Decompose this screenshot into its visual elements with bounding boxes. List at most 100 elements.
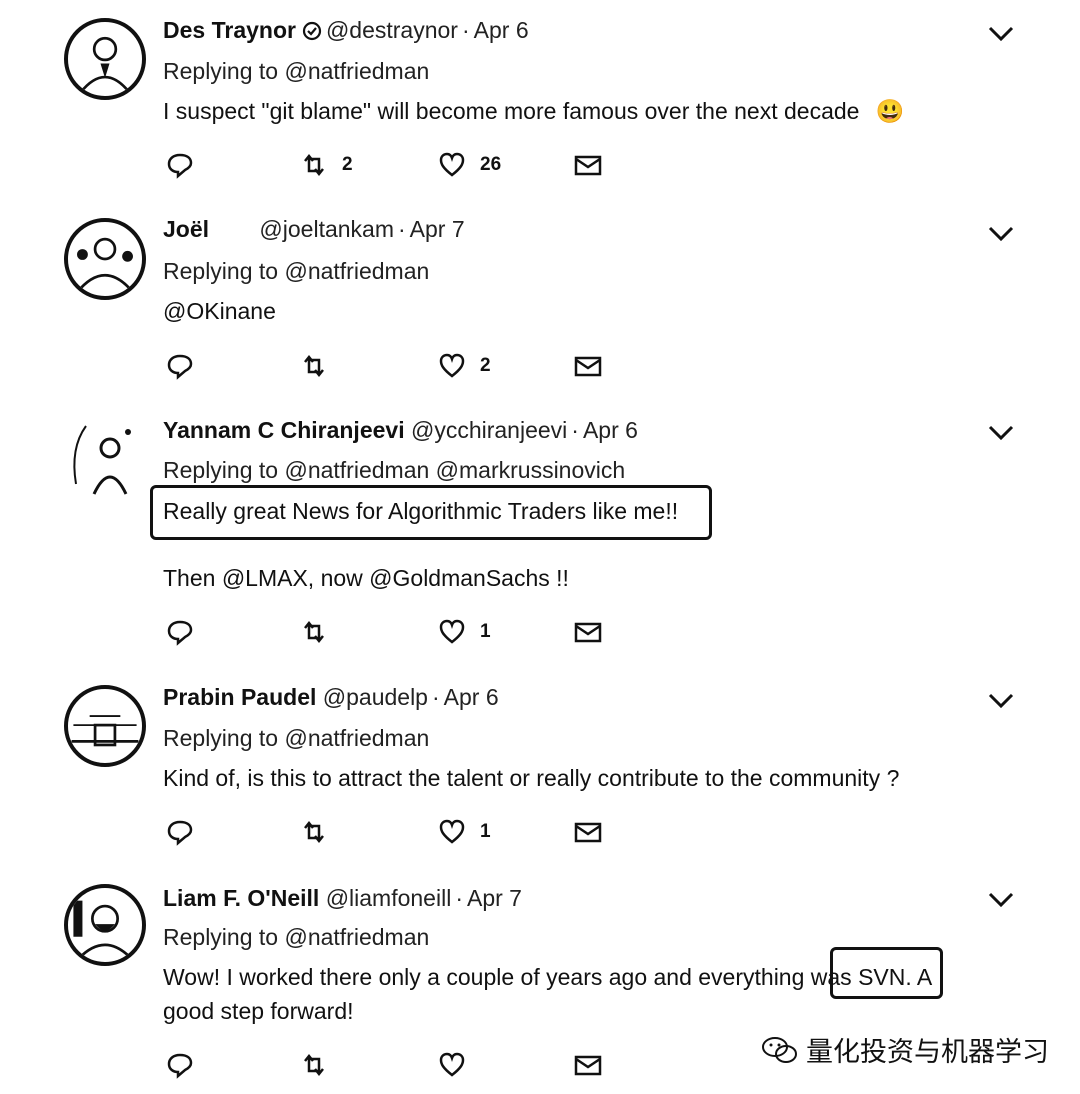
chevron-down-icon[interactable]: [988, 892, 1014, 908]
reply-button[interactable]: [166, 617, 194, 647]
tweet-text: @OKinane: [163, 294, 276, 328]
reply-button[interactable]: [166, 150, 194, 180]
tweet-text: Really great News for Algorithmic Trader…: [163, 498, 679, 524]
retweet-button[interactable]: [300, 617, 342, 647]
heart-icon: [439, 619, 465, 644]
tweet-date[interactable]: Apr 6: [474, 17, 529, 43]
author-name[interactable]: Liam F. O'Neill: [163, 885, 319, 911]
direct-message-button[interactable]: [574, 351, 602, 381]
retweet-icon: [304, 620, 324, 644]
like-count: 1: [480, 821, 491, 842]
tweet-text: Wow! I worked there only a couple of yea…: [163, 964, 933, 990]
avatar[interactable]: [64, 218, 146, 300]
envelope-icon: [574, 822, 602, 843]
verified-badge-icon: [302, 21, 322, 41]
avatar[interactable]: [64, 884, 146, 966]
retweet-icon: [304, 354, 324, 378]
envelope-icon: [574, 356, 602, 377]
tweet-header: Liam F. O'Neill @liamfoneill · Apr 7: [163, 885, 522, 911]
tweet-date[interactable]: Apr 6: [583, 417, 638, 443]
tweet-text-line2: good step forward!: [163, 998, 354, 1024]
avatar[interactable]: [64, 418, 146, 500]
heart-icon: [439, 152, 465, 177]
chevron-down-icon[interactable]: [988, 226, 1014, 242]
retweet-button[interactable]: [300, 351, 342, 381]
envelope-icon: [574, 155, 602, 176]
reply-button[interactable]: [166, 817, 194, 847]
author-name[interactable]: Des Traynor: [163, 17, 296, 43]
heart-icon: [439, 353, 465, 378]
heart-icon: [439, 1052, 465, 1077]
chevron-down-icon[interactable]: [988, 26, 1014, 42]
replying-to-link[interactable]: @natfriedman: [284, 924, 429, 950]
envelope-icon: [574, 622, 602, 643]
replying-to: Replying to @natfriedman: [163, 58, 430, 84]
tweet-actions: [166, 1050, 616, 1080]
retweet-icon: [304, 153, 324, 177]
like-button[interactable]: [438, 1050, 480, 1080]
tweet-text: I suspect "git blame" will become more f…: [163, 98, 905, 124]
tweet-actions: 2 26: [166, 150, 616, 180]
retweet-icon: [304, 1053, 324, 1077]
direct-message-button[interactable]: [574, 1050, 602, 1080]
retweet-count: 2: [342, 154, 353, 175]
tweet-actions: 2: [166, 351, 616, 381]
reply-icon: [167, 820, 193, 846]
avatar[interactable]: [64, 685, 146, 767]
replying-to: Replying to @natfriedman: [163, 725, 430, 751]
watermark-text: 量化投资与机器学习: [806, 1037, 1049, 1067]
chevron-down-icon[interactable]: [988, 693, 1014, 709]
direct-message-button[interactable]: [574, 617, 602, 647]
reply-icon: [167, 1053, 193, 1079]
reply-button[interactable]: [166, 351, 194, 381]
author-handle[interactable]: @ycchiranjeevi: [411, 417, 567, 443]
smiley-emoji: 😃: [875, 98, 905, 124]
wechat-icon: [762, 1036, 797, 1063]
retweet-button[interactable]: [300, 817, 342, 847]
mention-link[interactable]: @OKinane: [163, 298, 276, 324]
replying-to-link[interactable]: @natfriedman: [284, 258, 429, 284]
like-button[interactable]: 2: [438, 351, 491, 381]
reply-icon: [167, 153, 193, 179]
author-handle[interactable]: @paudelp: [323, 684, 428, 710]
reply-button[interactable]: [166, 1050, 194, 1080]
like-count: 1: [480, 621, 491, 642]
author-name[interactable]: Prabin Paudel: [163, 684, 316, 710]
retweet-button[interactable]: [300, 1050, 342, 1080]
replying-to: Replying to @natfriedman @markrussinovic…: [163, 457, 626, 483]
tweet-header: Des Traynor @destraynor · Apr 6: [163, 17, 529, 43]
replying-to-link[interactable]: @natfriedman: [284, 725, 429, 751]
tweet-header: Yannam C Chiranjeevi @ycchiranjeevi · Apr …: [163, 417, 638, 443]
tweet-actions: 1: [166, 817, 616, 847]
envelope-icon: [574, 1055, 602, 1076]
retweet-button[interactable]: 2: [300, 150, 353, 180]
direct-message-button[interactable]: [574, 150, 602, 180]
tweet-date[interactable]: Apr 7: [410, 216, 465, 242]
heart-icon: [439, 819, 465, 844]
like-count: 2: [480, 355, 491, 376]
tweet-text-line2: Then @LMAX, now @GoldmanSachs !!: [163, 565, 569, 591]
highlighted-text: was SVN.: [810, 964, 912, 990]
replying-to-link[interactable]: @natfriedman @markrussinovich: [284, 457, 625, 483]
tweet-text: Kind of, is this to attract the talent o…: [163, 765, 900, 791]
author-handle[interactable]: @joeltankam: [259, 216, 394, 242]
tweet-date[interactable]: Apr 6: [444, 684, 499, 710]
tweet-header: Joël @joeltankam · Apr 7: [163, 216, 465, 242]
tweet-actions: 1: [166, 617, 616, 647]
tweet-date[interactable]: Apr 7: [467, 885, 522, 911]
chevron-down-icon[interactable]: [988, 425, 1014, 441]
author-name[interactable]: Joël: [163, 216, 209, 242]
direct-message-button[interactable]: [574, 817, 602, 847]
like-button[interactable]: 1: [438, 817, 491, 847]
replying-to-link[interactable]: @natfriedman: [284, 58, 429, 84]
retweet-icon: [304, 820, 324, 844]
replying-to: Replying to @natfriedman: [163, 258, 430, 284]
watermark: 量化投资与机器学习: [760, 1030, 1049, 1069]
author-handle[interactable]: @destraynor: [326, 17, 458, 43]
author-handle[interactable]: @liamfoneill: [326, 885, 452, 911]
like-button[interactable]: 26: [438, 150, 501, 180]
author-name[interactable]: Yannam C Chiranjeevi: [163, 417, 405, 443]
like-count: 26: [480, 154, 502, 175]
avatar[interactable]: [64, 18, 146, 100]
like-button[interactable]: 1: [438, 617, 491, 647]
